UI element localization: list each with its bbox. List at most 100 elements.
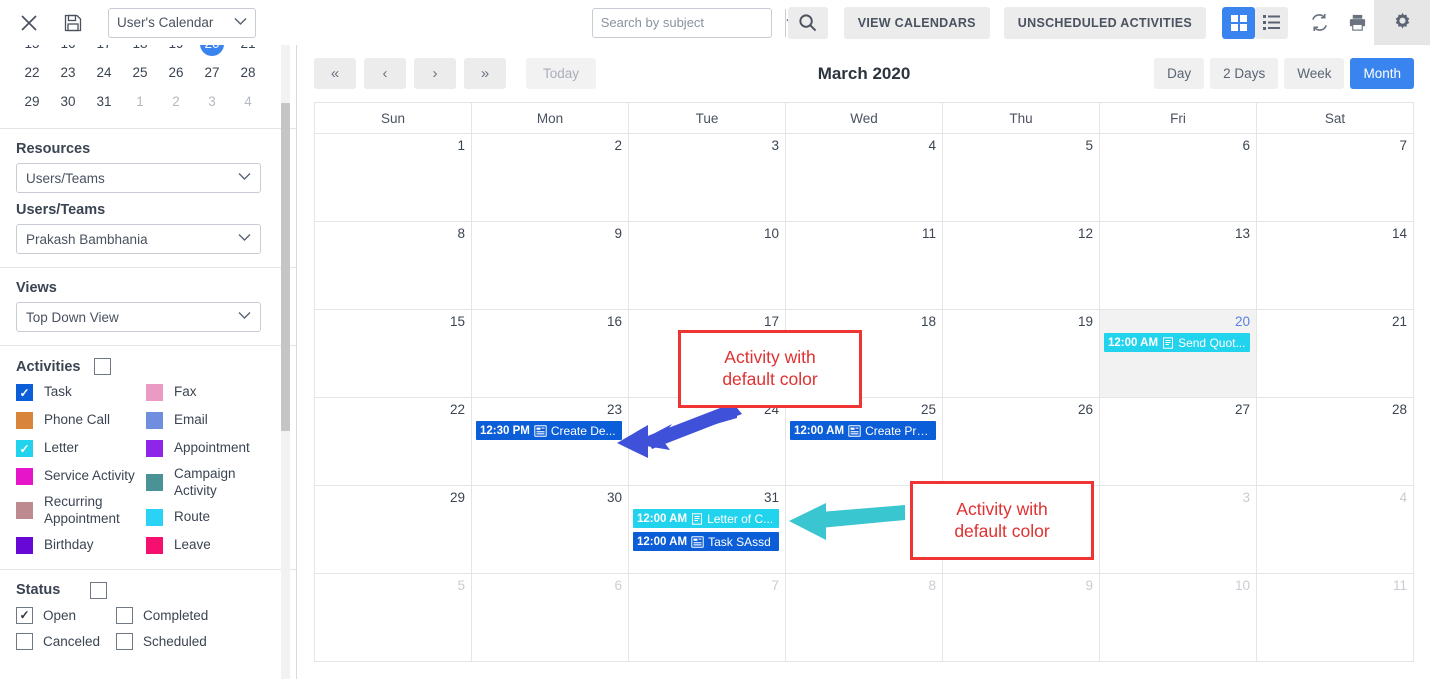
users-teams-select[interactable]: Prakash Bambhania: [16, 224, 261, 254]
grid-view-icon[interactable]: [1222, 6, 1255, 39]
nav-last-button[interactable]: »: [464, 58, 506, 89]
save-disk-icon[interactable]: [56, 6, 90, 40]
status-item[interactable]: Completed: [116, 606, 216, 624]
calendar-day-cell[interactable]: 6: [472, 574, 629, 661]
calendar-day-cell[interactable]: 4: [786, 134, 943, 221]
mini-calendar-day[interactable]: 1: [122, 87, 158, 116]
mini-calendar-day[interactable]: 22: [14, 58, 50, 87]
activity-legend-item[interactable]: Birthday: [16, 535, 146, 556]
activity-color-swatch[interactable]: [16, 468, 33, 485]
view-button-2-days[interactable]: 2 Days: [1210, 58, 1279, 89]
mini-calendar-day[interactable]: 26: [158, 58, 194, 87]
mini-calendar-day[interactable]: 24: [86, 58, 122, 87]
calendar-day-cell[interactable]: 24: [629, 398, 786, 485]
mini-calendar-day[interactable]: 17: [86, 45, 122, 58]
calendar-event[interactable]: 12:00 AM Task SAssd: [633, 532, 779, 551]
mini-calendar-day[interactable]: 20: [194, 45, 230, 58]
gear-icon[interactable]: [1374, 0, 1430, 45]
activity-color-swatch[interactable]: [146, 412, 163, 429]
calendar-day-cell[interactable]: 6: [1100, 134, 1257, 221]
mini-calendar-day[interactable]: 29: [14, 87, 50, 116]
calendar-day-cell[interactable]: 5: [943, 134, 1100, 221]
mini-calendar-day[interactable]: 23: [50, 58, 86, 87]
activity-color-swatch[interactable]: [146, 474, 163, 492]
calendar-selector[interactable]: User's Calendar: [108, 7, 256, 38]
status-item[interactable]: Canceled: [16, 632, 116, 650]
nav-next-button[interactable]: ›: [414, 58, 456, 89]
view-calendars-button[interactable]: VIEW CALENDARS: [843, 6, 990, 39]
calendar-event[interactable]: 12:00 AM Letter of C...: [633, 509, 779, 528]
mini-calendar-day[interactable]: 21: [230, 45, 266, 58]
activity-legend-item[interactable]: Campaign Activity: [146, 466, 276, 500]
search-input[interactable]: [592, 8, 785, 37]
activity-legend-item[interactable]: Leave: [146, 535, 276, 556]
nav-first-button[interactable]: «: [314, 58, 356, 89]
calendar-day-cell[interactable]: 20 12:00 AM Send Quot...: [1100, 310, 1257, 397]
calendar-event[interactable]: 12:30 PM Create De...: [476, 421, 622, 440]
activity-legend-item[interactable]: Phone Call: [16, 410, 146, 431]
view-button-week[interactable]: Week: [1284, 58, 1345, 89]
close-icon[interactable]: [12, 6, 46, 40]
nav-prev-button[interactable]: ‹: [364, 58, 406, 89]
status-checkbox[interactable]: [116, 632, 133, 650]
view-button-day[interactable]: Day: [1154, 58, 1205, 89]
calendar-day-cell[interactable]: 25 12:00 AM Create Proj...: [786, 398, 943, 485]
calendar-day-cell[interactable]: 7: [629, 574, 786, 661]
calendar-day-cell[interactable]: 9: [943, 574, 1100, 661]
status-item[interactable]: ✓ Open: [16, 606, 116, 624]
mini-calendar-day[interactable]: 27: [194, 58, 230, 87]
calendar-day-cell[interactable]: 8: [786, 574, 943, 661]
calendar-day-cell[interactable]: 1: [315, 134, 472, 221]
status-checkbox[interactable]: ✓: [16, 606, 33, 624]
calendar-day-cell[interactable]: 23 12:30 PM Create De...: [472, 398, 629, 485]
activity-legend-item[interactable]: Fax: [146, 382, 276, 403]
today-button[interactable]: Today: [526, 58, 596, 89]
calendar-day-cell[interactable]: 14: [1257, 222, 1413, 309]
activity-color-swatch[interactable]: [146, 440, 163, 457]
calendar-day-cell[interactable]: 26: [943, 398, 1100, 485]
activity-legend-item[interactable]: Route: [146, 507, 276, 528]
calendar-day-cell[interactable]: 5: [315, 574, 472, 661]
activity-legend-item[interactable]: Email: [146, 410, 276, 431]
list-view-icon[interactable]: [1255, 6, 1288, 39]
unscheduled-activities-button[interactable]: UNSCHEDULED ACTIVITIES: [1003, 6, 1206, 39]
calendar-day-cell[interactable]: 29: [315, 486, 472, 573]
mini-calendar-day[interactable]: 3: [194, 87, 230, 116]
calendar-day-cell[interactable]: 2: [472, 134, 629, 221]
resources-select[interactable]: Users/Teams: [16, 163, 261, 193]
calendar-day-cell[interactable]: 19: [943, 310, 1100, 397]
sidebar-scrollbar-thumb[interactable]: [281, 103, 290, 431]
view-button-month[interactable]: Month: [1350, 58, 1414, 89]
calendar-day-cell[interactable]: 28: [1257, 398, 1413, 485]
activity-legend-item[interactable]: Appointment: [146, 438, 276, 459]
activity-color-swatch[interactable]: [16, 502, 33, 520]
activity-color-swatch[interactable]: [146, 384, 163, 401]
print-icon[interactable]: [1340, 6, 1374, 40]
activity-color-swatch[interactable]: [146, 508, 163, 526]
calendar-day-cell[interactable]: 13: [1100, 222, 1257, 309]
mini-calendar-day[interactable]: 28: [230, 58, 266, 87]
calendar-day-cell[interactable]: 27: [1100, 398, 1257, 485]
calendar-day-cell[interactable]: 30: [472, 486, 629, 573]
calendar-event[interactable]: 12:00 AM Create Proj...: [790, 421, 936, 440]
mini-calendar-selected-day[interactable]: 20: [200, 45, 224, 56]
calendar-day-cell[interactable]: 3: [629, 134, 786, 221]
mini-calendar-day[interactable]: 15: [14, 45, 50, 58]
calendar-day-cell[interactable]: 10: [1100, 574, 1257, 661]
calendar-day-cell[interactable]: 3: [1100, 486, 1257, 573]
mini-calendar-day[interactable]: 4: [230, 87, 266, 116]
status-item[interactable]: Scheduled: [116, 632, 216, 650]
calendar-day-cell[interactable]: 7: [1257, 134, 1413, 221]
calendar-day-cell[interactable]: 21: [1257, 310, 1413, 397]
calendar-day-cell[interactable]: 11: [786, 222, 943, 309]
activity-checkbox[interactable]: ✓: [16, 440, 33, 457]
calendar-day-cell[interactable]: 15: [315, 310, 472, 397]
calendar-day-cell[interactable]: 4: [1257, 486, 1413, 573]
status-checkbox[interactable]: [116, 606, 133, 624]
calendar-day-cell[interactable]: 16: [472, 310, 629, 397]
calendar-day-cell[interactable]: 8: [315, 222, 472, 309]
status-select-all-checkbox[interactable]: [90, 581, 108, 599]
activity-checkbox[interactable]: ✓: [16, 384, 33, 401]
activity-legend-item[interactable]: ✓ Task: [16, 382, 146, 403]
calendar-day-cell[interactable]: 10: [629, 222, 786, 309]
